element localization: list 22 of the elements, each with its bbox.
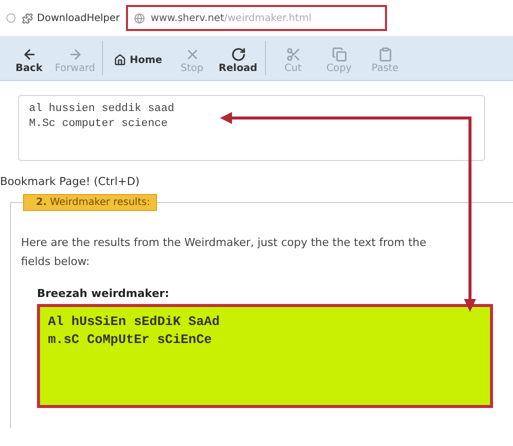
bookmark-hint: Bookmark Page! (Ctrl+D) — [0, 175, 141, 188]
output-field[interactable]: Al hUsSiEn sEdDiK SaAd m.sC CoMpUtEr sCiEnCe — [37, 304, 493, 408]
intro-text: Here are the results from the Weirdmaker, just copy the the text from the fields below: — [21, 235, 428, 270]
home-button[interactable]: Home — [107, 40, 169, 80]
reload-icon — [230, 46, 246, 62]
input-field[interactable]: al hussien seddik saad M.Sc computer science — [18, 95, 485, 161]
circle-icon — [6, 13, 16, 23]
output-label: Breezah weirdmaker: — [37, 287, 170, 300]
reload-button[interactable]: Reload — [215, 40, 261, 80]
home-icon — [114, 54, 126, 66]
globe-icon — [134, 12, 145, 24]
back-button[interactable]: Back — [6, 40, 52, 80]
clipboard-icon — [378, 46, 392, 62]
back-icon — [22, 46, 36, 62]
puzzle-icon — [22, 12, 33, 24]
bookmark-link[interactable]: DownloadHelper — [37, 12, 120, 24]
forward-icon — [68, 46, 82, 62]
section-legend: 2. Weirdmaker results: — [23, 194, 158, 211]
scissors-icon — [286, 46, 300, 62]
url-text: www.sherv.net/weirdmaker.html — [150, 12, 312, 24]
copy-icon — [332, 46, 346, 62]
url-field[interactable]: www.sherv.net/weirdmaker.html — [126, 5, 387, 31]
